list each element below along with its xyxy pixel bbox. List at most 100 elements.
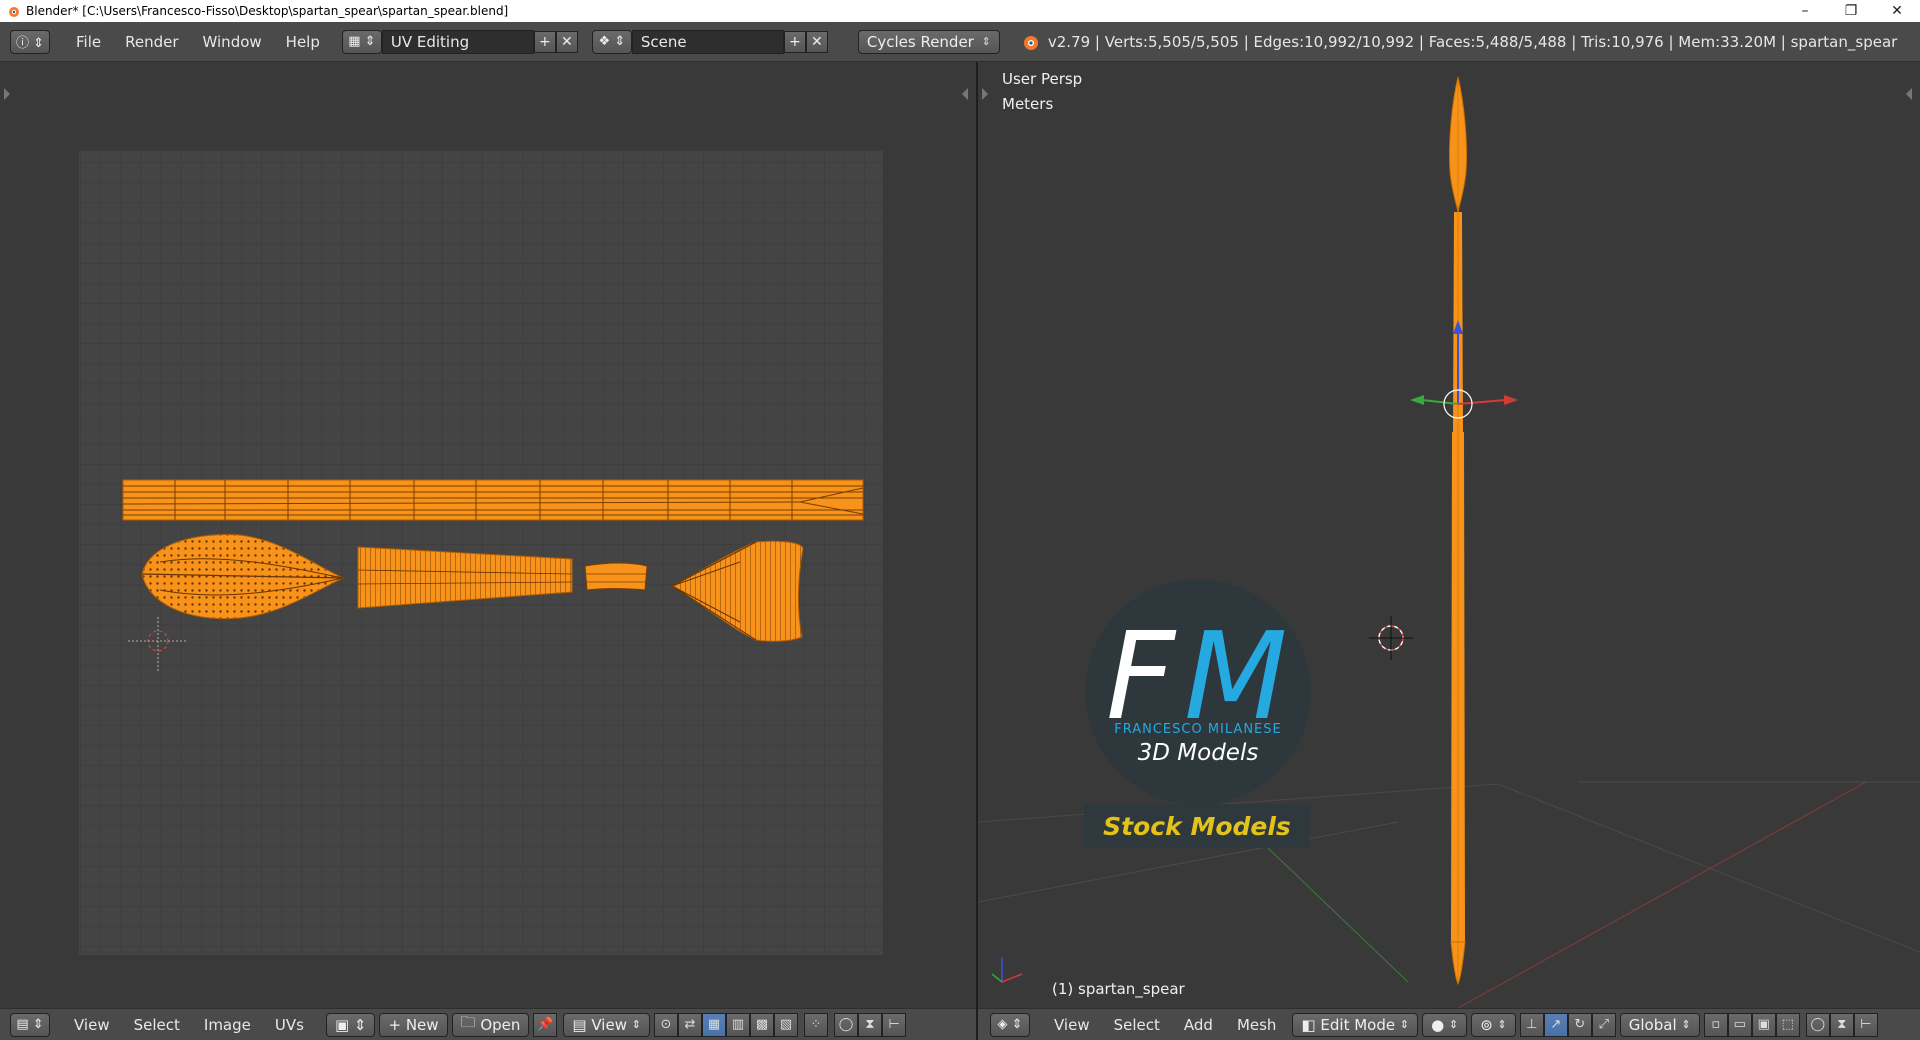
pivot-icon[interactable]: ⊙: [653, 1012, 678, 1037]
menu-help[interactable]: Help: [274, 33, 332, 51]
scene-icon-button[interactable]: ❖ ⇕: [591, 29, 632, 54]
chevron-updown-icon: ⇕: [981, 35, 991, 48]
pivot-point-icon: ⊚: [1480, 1015, 1493, 1034]
close-button[interactable]: ✕: [1874, 0, 1920, 22]
new-image-button[interactable]: + New: [379, 1012, 448, 1037]
minimize-button[interactable]: –: [1782, 0, 1828, 22]
rotate-manipulator-icon[interactable]: ↻: [1567, 1012, 1592, 1037]
editor-type-3d-button[interactable]: ◈ ⇕: [990, 1012, 1030, 1037]
chevron-updown-icon: ⇕: [1399, 1018, 1410, 1031]
editor-type-info-button[interactable]: ⓘ ⇕: [10, 29, 50, 54]
transform-manipulator[interactable]: [1410, 320, 1518, 419]
y-axis-line: [1267, 847, 1409, 983]
snap-icon[interactable]: ⧗: [857, 1012, 882, 1037]
3d-cursor[interactable]: [1369, 616, 1413, 660]
edge-select-icon[interactable]: ▥: [725, 1012, 750, 1037]
uv-image-editor[interactable]: [0, 62, 976, 1008]
chevron-updown-icon: ⇕: [1497, 1018, 1507, 1031]
remove-screen-icon[interactable]: ✕: [555, 30, 578, 53]
snap-target-icon[interactable]: ⊢: [881, 1012, 906, 1037]
edge-select-mode-icon[interactable]: ▭: [1727, 1012, 1752, 1037]
main-header: ⓘ ⇕ File Render Window Help ▦ ⇕ UV Editi…: [0, 22, 1920, 62]
shading-dropdown[interactable]: ● ⇕: [1422, 1012, 1468, 1037]
image-browse-button[interactable]: ▣ ⇕: [325, 1012, 376, 1037]
add-screen-icon[interactable]: +: [533, 30, 556, 53]
uv-menu-uvs[interactable]: UVs: [263, 1016, 316, 1034]
occlude-geometry-icon[interactable]: ⬚: [1775, 1012, 1800, 1037]
watermark-subtitle: 3D Models: [1138, 740, 1259, 766]
viewport-footer: ◈ ⇕ View Select Add Mesh ◧ Edit Mode ⇕ ●…: [978, 1008, 1920, 1040]
view-mode-dropdown[interactable]: ▤ View ⇕: [563, 1012, 650, 1037]
screen-layout-icon-button[interactable]: ▦ ⇕: [341, 29, 382, 54]
scene-field[interactable]: Scene: [631, 29, 784, 54]
manipulator-toggle-icon[interactable]: ⊥: [1519, 1012, 1544, 1037]
pivot-dropdown[interactable]: ⊚ ⇕: [1471, 1012, 1516, 1037]
plus-icon: +: [388, 1015, 402, 1034]
blender-logo-icon: [1023, 35, 1038, 50]
render-engine-dropdown[interactable]: Cycles Render ⇕: [857, 29, 1000, 54]
translate-manipulator-icon[interactable]: ↗: [1543, 1012, 1568, 1037]
edit-mode-icon: ◧: [1301, 1015, 1316, 1034]
uv-menu-image[interactable]: Image: [192, 1016, 263, 1034]
view-mode-label: View: [591, 1015, 627, 1034]
proportional-edit-icon[interactable]: ◯: [1805, 1012, 1830, 1037]
new-image-label: New: [405, 1015, 439, 1034]
vertex-select-mode-icon[interactable]: ▫: [1703, 1012, 1728, 1037]
watermark-banner: Stock Models: [1103, 812, 1291, 841]
window-title: Blender* [C:\Users\Francesco-Fisso\Deskt…: [26, 4, 509, 18]
scale-manipulator-icon[interactable]: ⤢: [1591, 1012, 1616, 1037]
layout-grid-icon: ▦ ⇕: [348, 34, 376, 49]
uv-canvas[interactable]: [0, 62, 976, 1008]
snap-icon[interactable]: ⧗: [1829, 1012, 1854, 1037]
uv-island-ring[interactable]: [584, 562, 648, 591]
open-image-button[interactable]: 🗀 Open: [451, 1012, 530, 1037]
folder-icon: 🗀: [460, 1013, 476, 1031]
remove-scene-icon[interactable]: ✕: [805, 30, 828, 53]
vp-menu-select[interactable]: Select: [1102, 1016, 1172, 1034]
watermark-brand: FRANCESCO MILANESE: [1114, 722, 1281, 737]
orientation-dropdown[interactable]: Global ⇕: [1619, 1012, 1700, 1037]
vp-menu-view[interactable]: View: [1042, 1016, 1102, 1034]
image-browse-icon: ▣ ⇕: [334, 1015, 367, 1034]
uv-island-shaft[interactable]: [122, 479, 864, 521]
face-select-icon[interactable]: ▩: [749, 1012, 774, 1037]
chevron-updown-icon: ⇕: [631, 1018, 641, 1031]
screen-layout-field[interactable]: UV Editing: [381, 29, 534, 54]
uv-menu-view[interactable]: View: [62, 1016, 122, 1034]
orientation-label: Global: [1628, 1015, 1677, 1034]
uv-editor-footer: ▤ ⇕ View Select Image UVs ▣ ⇕ + New 🗀 Op…: [0, 1008, 976, 1040]
menu-window[interactable]: Window: [191, 33, 274, 51]
menu-file[interactable]: File: [64, 33, 113, 51]
mode-dropdown[interactable]: ◧ Edit Mode ⇕: [1292, 1012, 1419, 1037]
spear-mesh[interactable]: [1448, 76, 1468, 986]
pin-icon[interactable]: 📌: [533, 1012, 558, 1037]
view-mode-icon: ▤: [572, 1015, 587, 1034]
x-axis-line: [1457, 781, 1867, 1008]
scene-statistics: v2.79 | Verts:5,505/5,505 | Edges:10,992…: [1047, 32, 1898, 51]
vp-menu-add[interactable]: Add: [1172, 1016, 1225, 1034]
solid-shading-icon: ●: [1431, 1015, 1445, 1034]
snap-element-icon[interactable]: ⊢: [1853, 1012, 1878, 1037]
vp-menu-mesh[interactable]: Mesh: [1225, 1016, 1289, 1034]
editor-type-image-button[interactable]: ▤ ⇕: [10, 1012, 50, 1037]
sync-selection-icon[interactable]: ⇄: [677, 1012, 702, 1037]
vertex-select-icon[interactable]: ▦: [701, 1012, 726, 1037]
sticky-select-icon[interactable]: ⁘: [803, 1012, 828, 1037]
scene-icon: ❖ ⇕: [598, 34, 626, 49]
window-titlebar: Blender* [C:\Users\Francesco-Fisso\Deskt…: [0, 0, 1920, 22]
axis-orientation-widget: [991, 957, 1023, 983]
viewport-canvas[interactable]: F M FRANCESCO MILANESE 3D Models Stock M…: [978, 62, 1920, 1008]
add-scene-icon[interactable]: +: [783, 30, 806, 53]
chevron-updown-icon: ⇕: [1448, 1018, 1459, 1031]
3d-viewport[interactable]: User Persp Meters (1) spartan_spear F M …: [978, 62, 1920, 1008]
image-editor-icon: ▤ ⇕: [16, 1017, 44, 1032]
menu-render[interactable]: Render: [113, 33, 190, 51]
mode-label: Edit Mode: [1320, 1015, 1396, 1034]
proportional-edit-icon[interactable]: ◯: [833, 1012, 858, 1037]
3d-view-icon: ◈ ⇕: [997, 1017, 1023, 1032]
maximize-button[interactable]: ❐: [1828, 0, 1874, 22]
uv-menu-select[interactable]: Select: [122, 1016, 192, 1034]
face-select-mode-icon[interactable]: ▣: [1751, 1012, 1776, 1037]
blender-logo-icon: [9, 7, 19, 17]
island-select-icon[interactable]: ▧: [773, 1012, 798, 1037]
